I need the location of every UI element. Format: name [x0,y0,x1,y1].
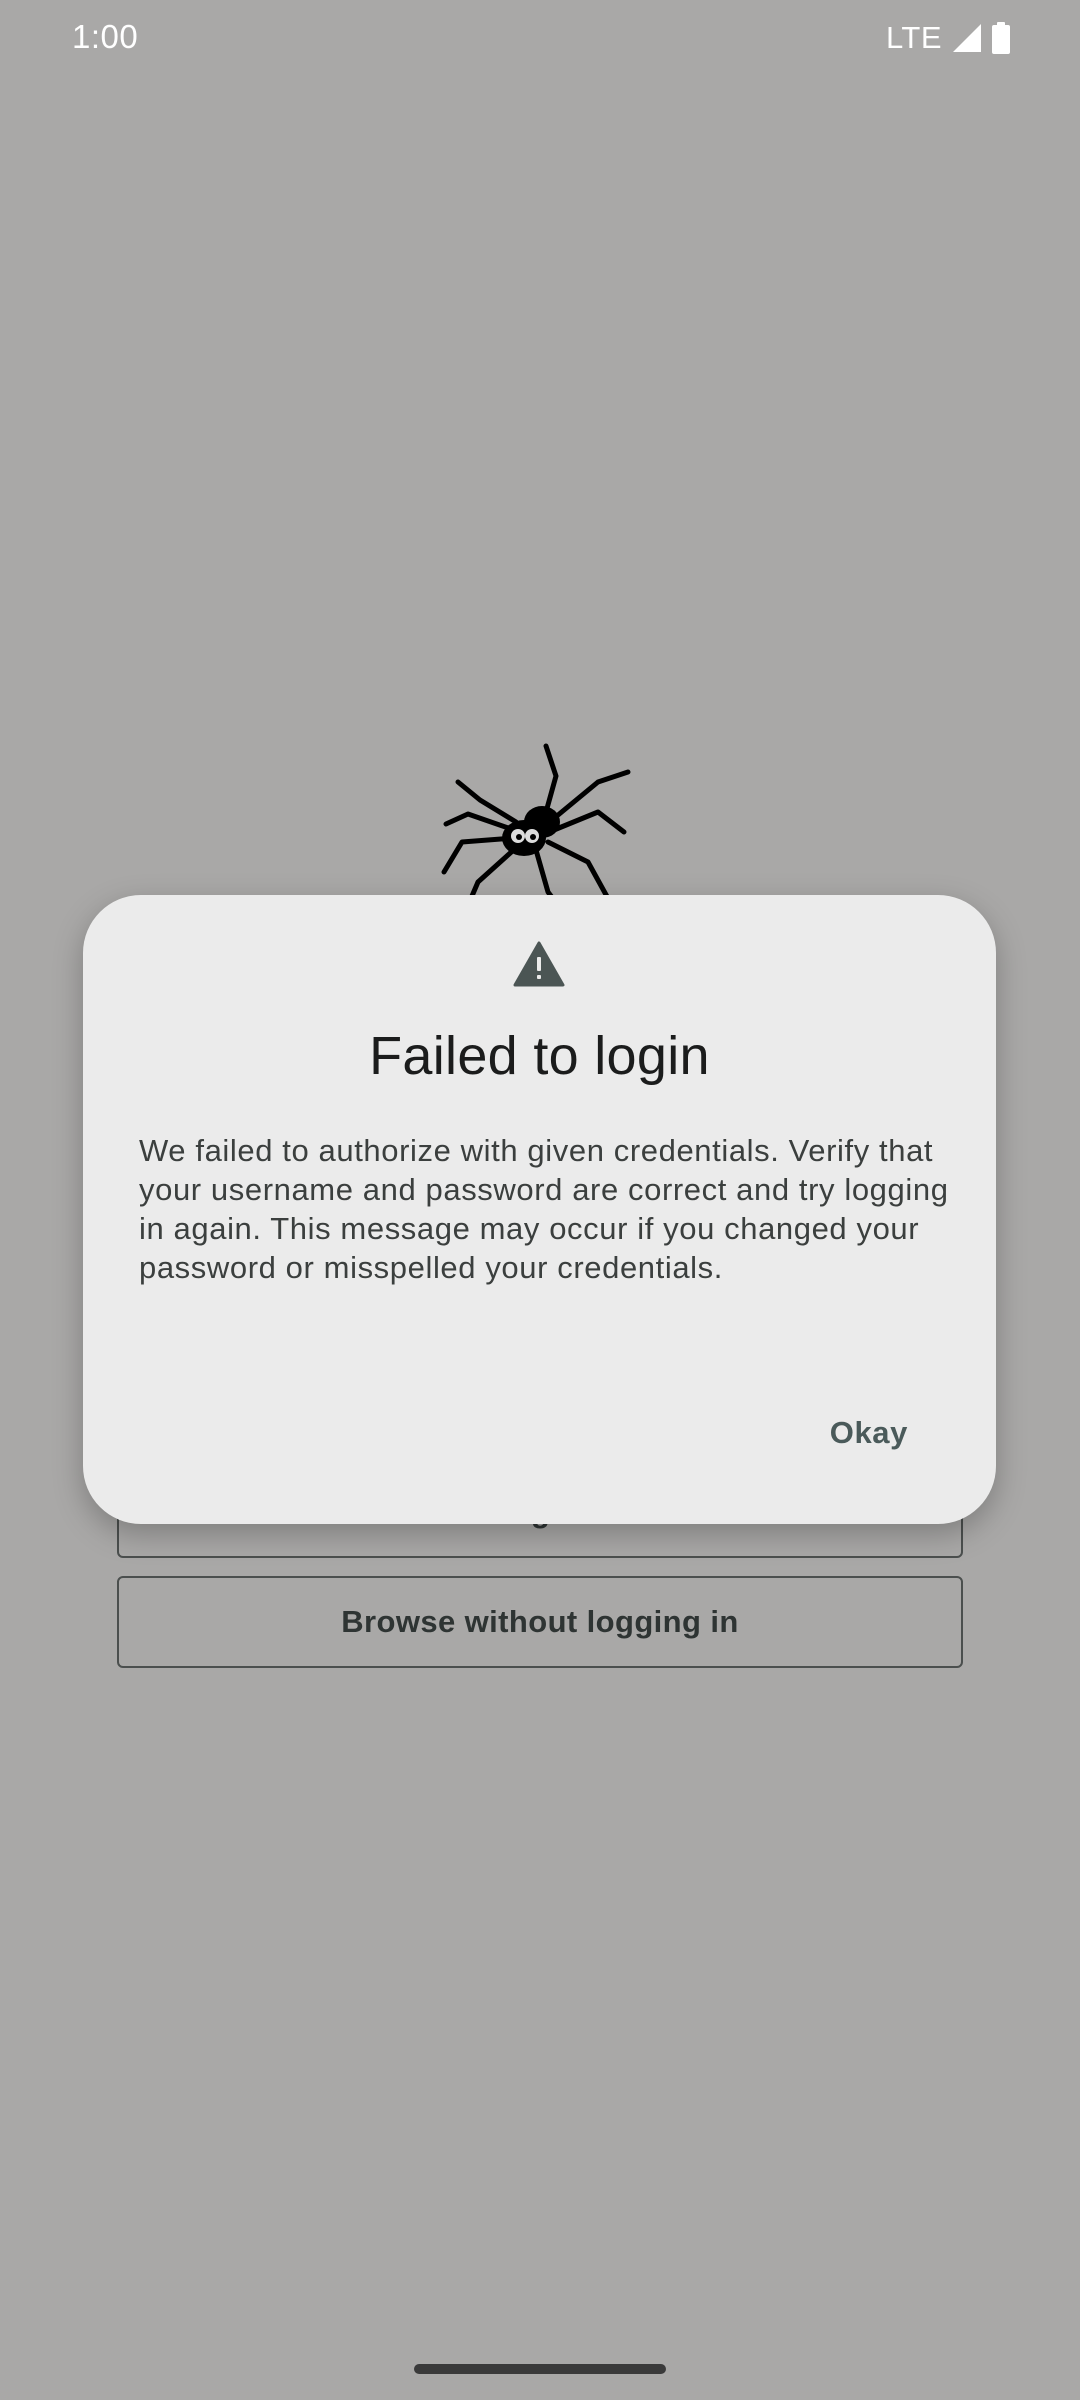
app-screen: 1:00 LTE Browse without logging in Faile… [0,0,1080,2400]
status-bar: 1:00 LTE [0,0,1080,76]
browse-without-login-button[interactable]: Browse without logging in [117,1576,963,1668]
battery-icon [992,22,1010,54]
network-type: LTE [885,20,942,55]
warning-icon [513,941,565,987]
okay-button[interactable]: Okay [816,1403,922,1463]
login-error-dialog: Failed to login We failed to authorize w… [83,895,996,1524]
dialog-title: Failed to login [369,1026,710,1086]
spider-logo [438,742,634,913]
status-indicators: LTE [886,18,1010,58]
browse-button-label: Browse without logging in [341,1604,739,1639]
dialog-message: We failed to authorize with given creden… [139,1133,949,1285]
cell-signal-icon [952,23,982,53]
gesture-nav-bar[interactable] [414,2364,666,2374]
status-time: 1:00 [72,18,139,55]
